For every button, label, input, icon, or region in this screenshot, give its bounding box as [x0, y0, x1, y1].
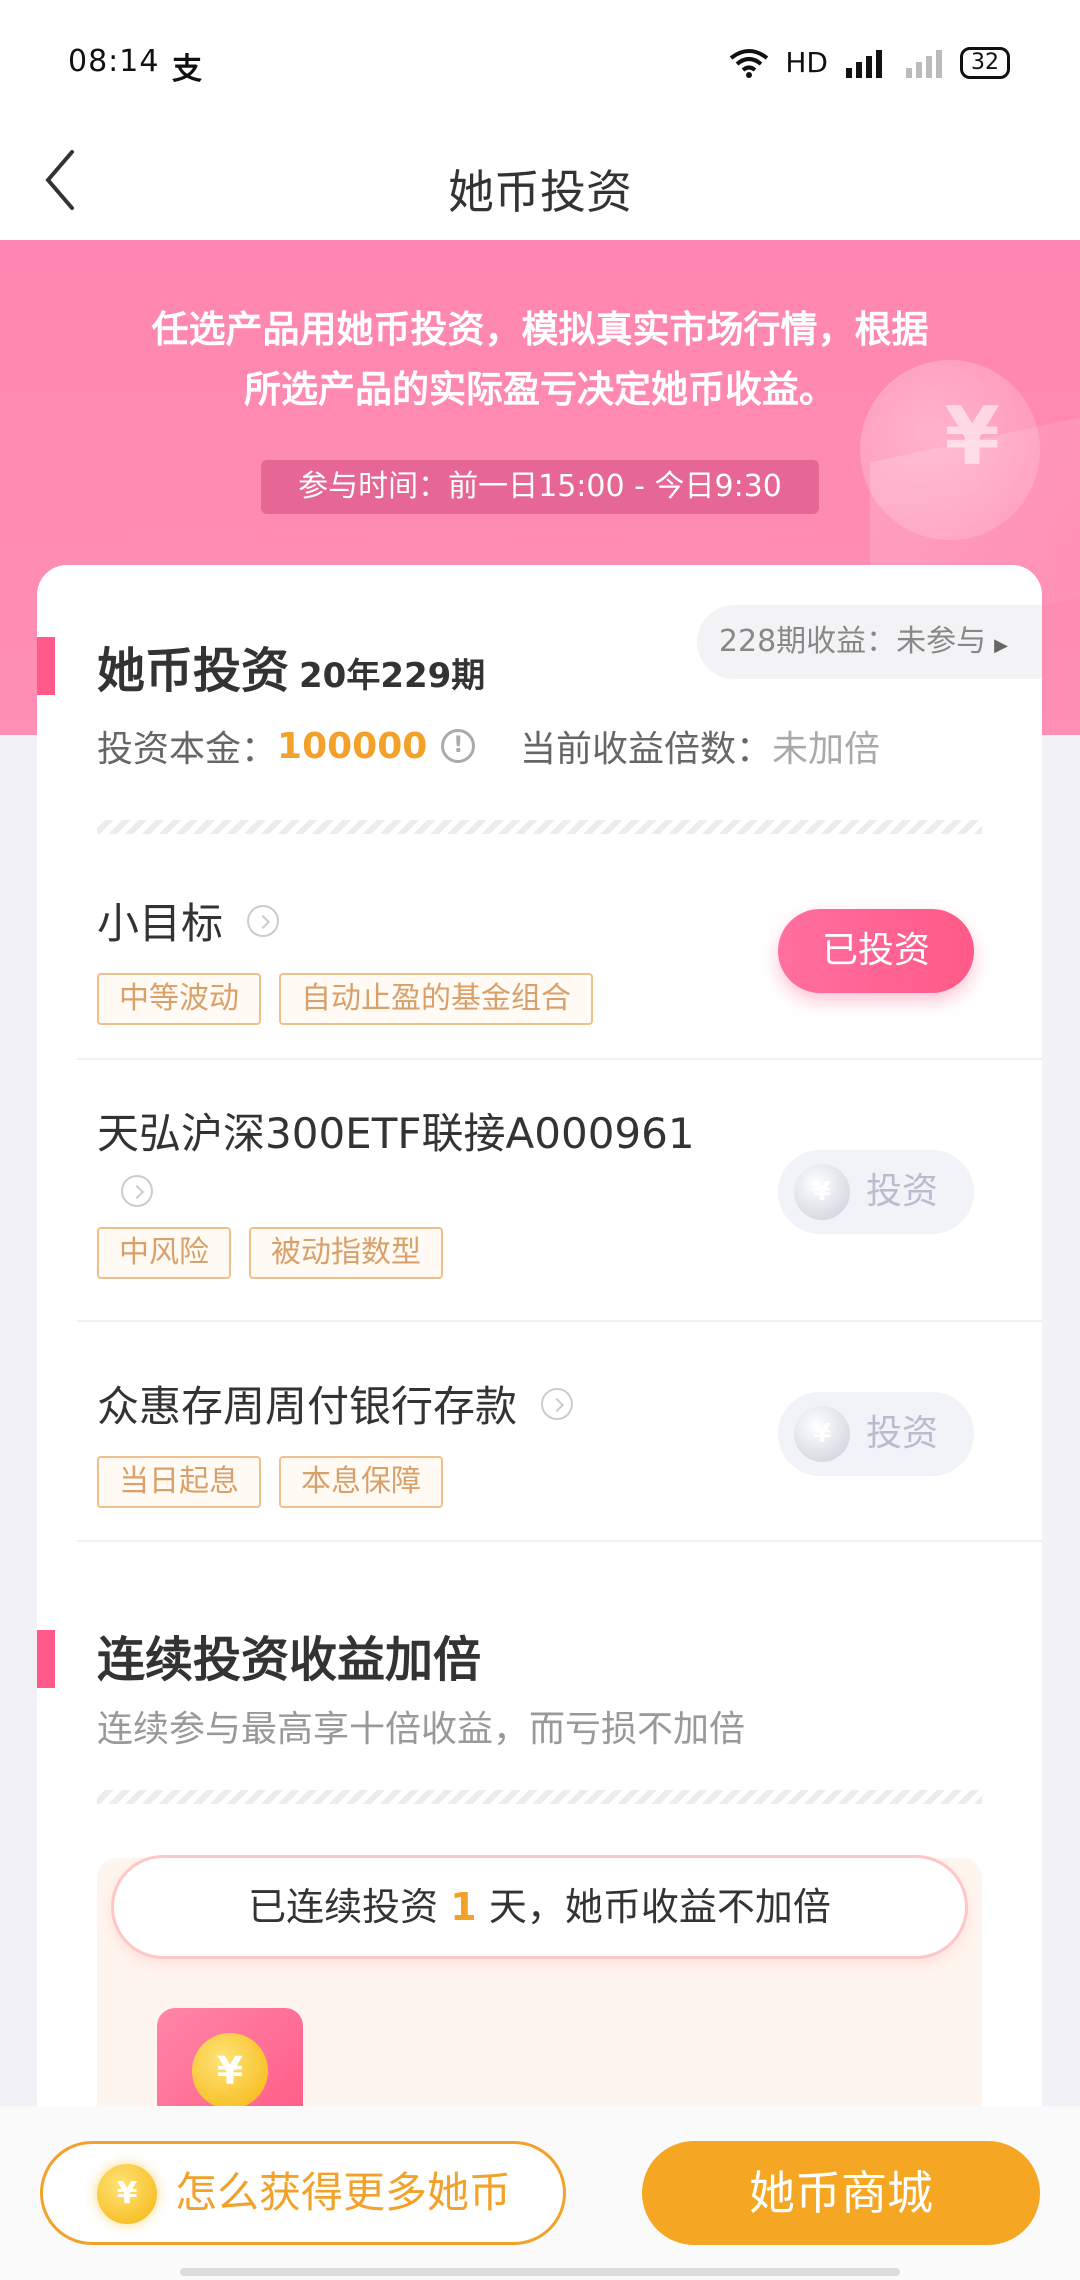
investment-title-text: 她币投资	[97, 643, 290, 699]
get-more-coins-button[interactable]: ¥ 怎么获得更多她币	[40, 2141, 566, 2245]
product-name: 天弘沪深300ETF联接A000961	[97, 1109, 695, 1158]
hd-label: HD	[785, 46, 828, 79]
home-indicator[interactable]	[180, 2268, 900, 2276]
arrow-circle-icon	[541, 1387, 574, 1420]
streak-prefix: 已连续投资	[248, 1885, 439, 1929]
coin-icon: ¥	[97, 2164, 157, 2224]
streak-days: 1	[450, 1885, 477, 1929]
period-label: 20年229期	[299, 656, 486, 696]
hero-description-line1: 任选产品用她币投资，模拟真实市场行情，根据	[151, 308, 929, 351]
coin-icon: ¥	[794, 1164, 850, 1220]
product-name: 小目标	[97, 899, 224, 948]
invest-button[interactable]: ¥ 投资	[778, 1392, 974, 1476]
product-tag: 被动指数型	[249, 1227, 443, 1279]
section-marker	[37, 1630, 55, 1688]
investment-title: 她币投资 20年229期	[97, 631, 485, 701]
product-name: 众惠存周周付银行存款	[97, 1382, 518, 1431]
arrow-circle-icon	[121, 1175, 153, 1207]
status-bar: 08:14 支 HD 32	[0, 0, 1080, 120]
coin-icon: ¥	[794, 1406, 850, 1462]
multiplier-value: 未加倍	[772, 729, 881, 770]
product-tag: 中等波动	[97, 973, 261, 1025]
hero-description: 任选产品用她币投资，模拟真实市场行情，根据 所选产品的实际盈亏决定她币收益。	[100, 300, 980, 420]
multiplier-row: 当前收益倍数：未加倍	[520, 720, 880, 772]
section-marker	[37, 637, 55, 695]
multiplier-label: 当前收益倍数：	[520, 729, 773, 770]
alipay-icon: 支	[172, 52, 202, 87]
divider	[77, 1058, 1042, 1060]
hatch-divider	[97, 1790, 982, 1804]
invested-button[interactable]: 已投资	[778, 909, 974, 993]
hero-description-line2: 所选产品的实际盈亏决定她币收益。	[244, 368, 836, 411]
streak-status: 已连续投资 1 天，她币收益不加倍	[111, 1855, 968, 1959]
divider	[77, 1540, 1042, 1542]
battery-icon: 32	[960, 46, 1010, 79]
arrow-circle-icon	[247, 904, 280, 937]
product-tag: 当日起息	[97, 1456, 261, 1508]
nav-bar: 她币投资	[0, 120, 1080, 240]
prev-income-label: 228期收益：未参与	[718, 624, 987, 659]
hatch-divider	[97, 820, 982, 834]
product-tag: 自动止盈的基金组合	[279, 973, 593, 1025]
prev-income-button[interactable]: 228期收益：未参与 ▶	[696, 605, 1042, 679]
product-tags: 中风险 被动指数型	[97, 1227, 982, 1279]
capital-row: 投资本金： 100000 !	[97, 720, 476, 772]
signal-icon	[846, 49, 882, 78]
caret-right-icon: ▶	[994, 635, 1008, 656]
coin-mall-button[interactable]: 她币商城	[642, 2141, 1040, 2245]
participation-time: 参与时间：前一日15:00 - 今日9:30	[261, 460, 819, 514]
get-more-coins-label: 怎么获得更多她币	[175, 2168, 512, 2217]
signal-weak-icon	[906, 49, 942, 78]
invest-button-label: 投资	[866, 1171, 939, 1212]
capital-value: 100000	[277, 725, 428, 767]
capital-label: 投资本金：	[97, 729, 278, 770]
divider	[77, 1320, 1042, 1322]
info-icon[interactable]: !	[441, 729, 476, 763]
invest-button[interactable]: ¥ 投资	[778, 1150, 974, 1234]
bottom-bar: ¥ 怎么获得更多她币 她币商城	[0, 2106, 1080, 2280]
wifi-icon	[730, 48, 769, 78]
bonus-subtitle: 连续参与最高享十倍收益，而亏损不加倍	[97, 1709, 746, 1750]
coin-icon: ¥	[192, 2033, 268, 2109]
page-title: 她币投资	[448, 165, 632, 219]
product-tag: 本息保障	[279, 1456, 443, 1508]
status-time: 08:14	[68, 44, 160, 79]
status-icons: HD 32	[729, 46, 1010, 79]
streak-suffix: 天，她币收益不加倍	[488, 1885, 831, 1929]
investment-card: 她币投资 20年229期 228期收益：未参与 ▶ 投资本金： 100000 ! 当…	[37, 565, 1042, 2125]
product-tag: 中风险	[97, 1227, 231, 1279]
bonus-title: 连续投资收益加倍	[97, 1632, 482, 1688]
invest-button-label: 投资	[866, 1413, 939, 1454]
